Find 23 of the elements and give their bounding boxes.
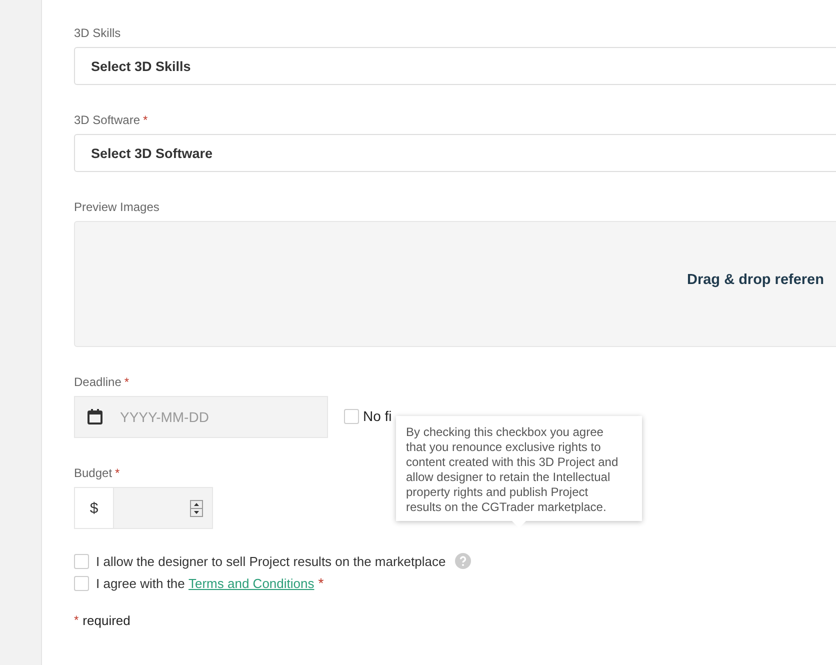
image-dropzone[interactable]: Drag & drop referen: [74, 221, 836, 347]
help-icon[interactable]: [454, 553, 471, 569]
field-label: Deadline: [74, 375, 122, 391]
required-mark: *: [115, 466, 120, 482]
checkbox-label: I allow the designer to sell Project results on the marketplace: [96, 554, 446, 568]
checkbox[interactable]: [74, 554, 89, 568]
required-mark: *: [143, 113, 148, 129]
checkbox-label: No fi: [363, 408, 392, 424]
checkbox[interactable]: [344, 408, 359, 424]
calendar-icon: [87, 409, 103, 425]
checkbox[interactable]: [74, 576, 89, 590]
required-mark: *: [318, 575, 324, 591]
skills-select[interactable]: Select 3D Skills: [74, 47, 836, 85]
required-mark: *: [74, 613, 79, 628]
field-label: Preview Images: [74, 200, 160, 216]
required-note: required: [82, 613, 130, 628]
field-label: Budget: [74, 466, 112, 482]
field-label: 3D Software: [74, 113, 140, 129]
software-select[interactable]: Select 3D Software: [74, 134, 836, 172]
required-mark: *: [124, 375, 130, 391]
date-field[interactable]: YYYY-MM-DD: [74, 396, 328, 438]
checkbox-label: I agree with the: [96, 576, 186, 590]
field-label: 3D Skills: [74, 26, 121, 42]
